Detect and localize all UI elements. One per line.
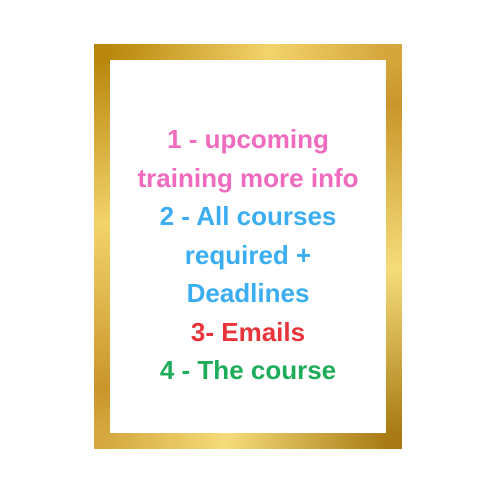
item-2-line-1: 2 - All courses xyxy=(159,201,337,231)
list-item: 4 - The course xyxy=(110,351,386,390)
gold-frame: 1 - upcoming training more info 2 - All … xyxy=(94,44,402,449)
page: 1 - upcoming training more info 2 - All … xyxy=(0,0,500,500)
item-2-line-2: required + xyxy=(184,239,312,270)
list-item: 1 - upcoming training more info xyxy=(110,120,386,197)
item-4-line-1: 4 - The course xyxy=(159,355,337,385)
item-1-line-2: training more info xyxy=(137,162,359,193)
item-3-line-1: 3- Emails xyxy=(190,316,306,347)
list-item: 2 - All courses required + Deadlines xyxy=(110,197,386,313)
item-2-line-3: Deadlines xyxy=(186,278,310,308)
item-1-line-1: 1 - upcoming xyxy=(167,124,329,154)
list-item: 3- Emails xyxy=(110,313,386,352)
menu-list: 1 - upcoming training more info 2 - All … xyxy=(110,120,386,390)
